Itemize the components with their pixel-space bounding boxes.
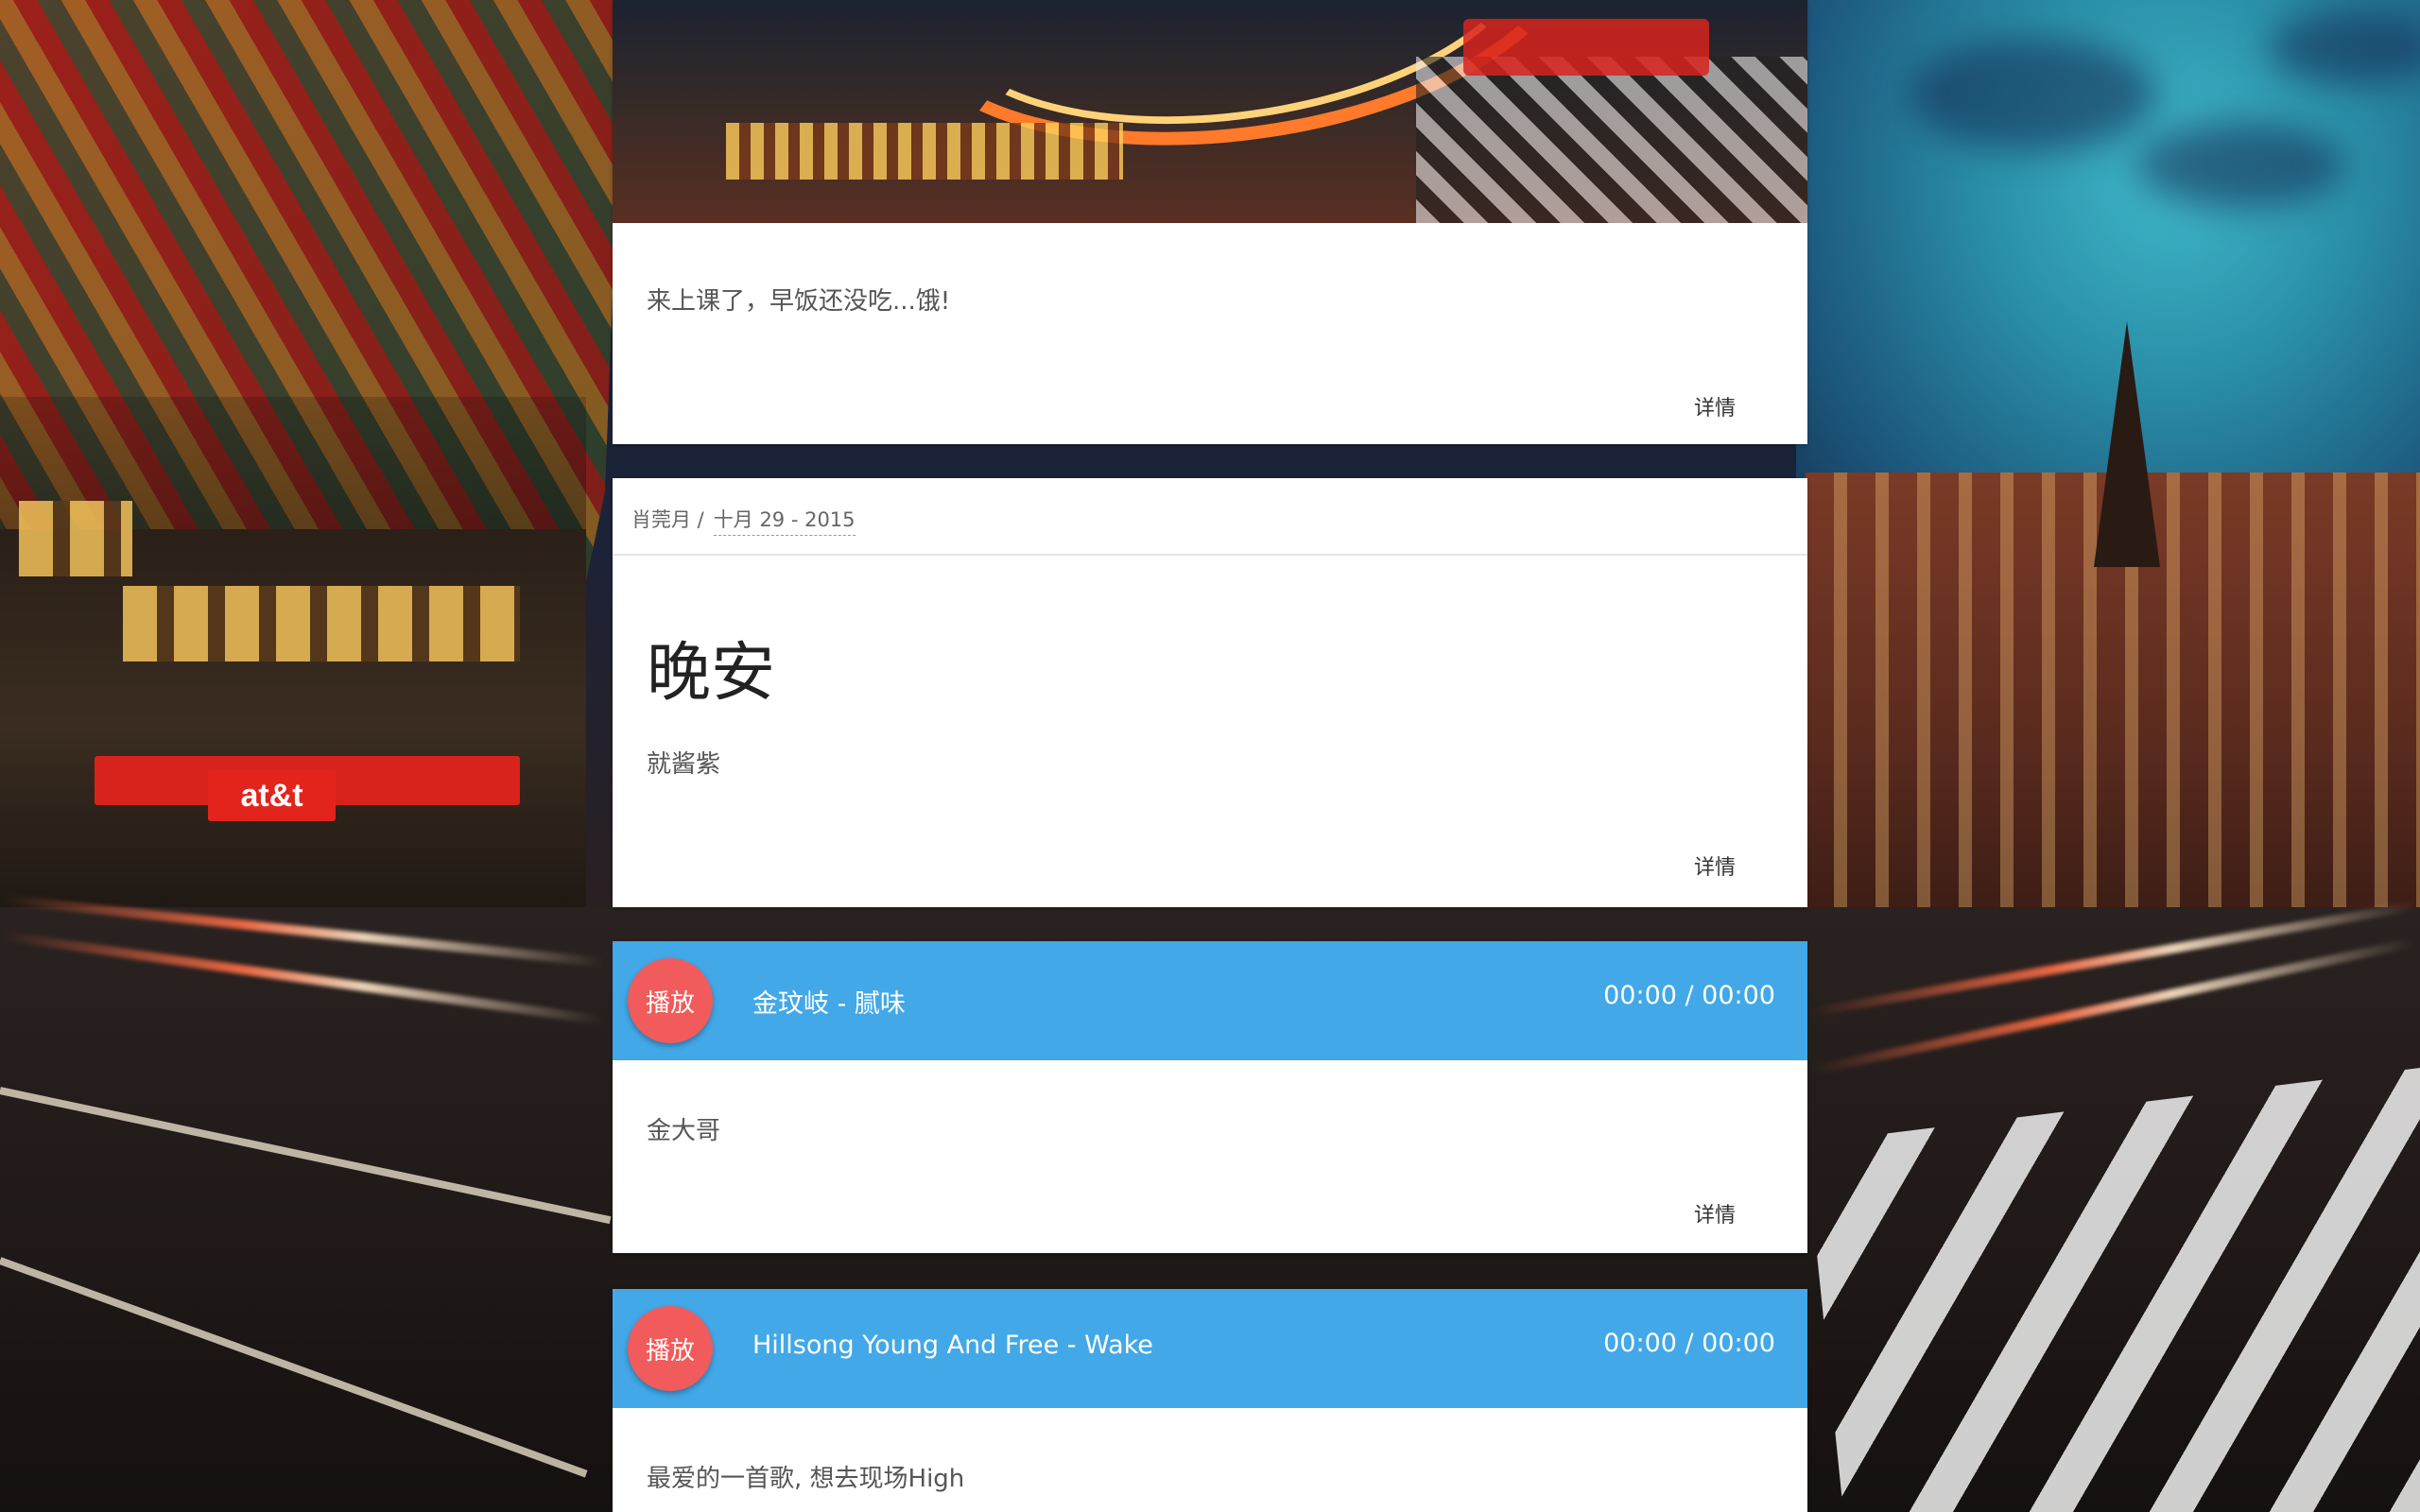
post-meta: 肖莞月 / 十月 29 - 2015 — [631, 505, 856, 536]
play-button[interactable]: 播放 — [628, 1306, 713, 1391]
detail-link[interactable]: 详情 — [1694, 1198, 1736, 1228]
post-card: 来上课了，早饭还没吃...饿! 详情 — [613, 0, 1807, 444]
cloud — [2136, 123, 2344, 208]
lit-windows — [19, 501, 132, 576]
divider — [613, 554, 1807, 556]
author-name[interactable]: 肖莞月 / — [631, 505, 704, 536]
neon-sign — [1463, 19, 1709, 76]
timeline-column: 来上课了，早饭还没吃...饿! 详情 肖莞月 / 十月 29 - 2015 晚安… — [613, 0, 1807, 1512]
checkered-panel — [1416, 57, 1807, 223]
post-caption: 来上课了，早饭还没吃...饿! — [647, 287, 951, 316]
cloud — [1910, 38, 2155, 151]
play-button[interactable]: 播放 — [628, 958, 713, 1043]
post-card: 播放 金玟岐 - 腻味 00:00 / 00:00 金大哥 详情 — [613, 941, 1807, 1253]
post-caption: 就酱紫 — [647, 750, 721, 779]
post-date[interactable]: 十月 29 - 2015 — [713, 505, 856, 536]
detail-link[interactable]: 详情 — [1694, 850, 1736, 881]
post-photo — [613, 0, 1807, 223]
post-card: 肖莞月 / 十月 29 - 2015 晚安 就酱紫 详情 — [613, 478, 1807, 907]
post-card: 播放 Hillsong Young And Free - Wake 00:00 … — [613, 1289, 1807, 1512]
crosswalk — [1806, 1068, 2420, 1512]
post-caption: 最爱的一首歌, 想去现场High — [647, 1465, 965, 1493]
lit-windows — [123, 586, 520, 662]
track-title: 金玟岐 - 腻味 — [752, 989, 906, 1019]
detail-link[interactable]: 详情 — [1694, 391, 1736, 421]
track-time: 00:00 / 00:00 — [1603, 1329, 1775, 1358]
music-player: 播放 Hillsong Young And Free - Wake 00:00 … — [613, 1289, 1807, 1408]
ride-lights — [726, 123, 1123, 180]
post-caption: 金大哥 — [647, 1117, 721, 1145]
track-title: Hillsong Young And Free - Wake — [752, 1331, 1153, 1360]
att-logo-sign: at&t — [208, 770, 336, 821]
post-title: 晚安 — [647, 636, 776, 711]
track-time: 00:00 / 00:00 — [1603, 981, 1775, 1010]
music-player: 播放 金玟岐 - 腻味 00:00 / 00:00 — [613, 941, 1807, 1060]
